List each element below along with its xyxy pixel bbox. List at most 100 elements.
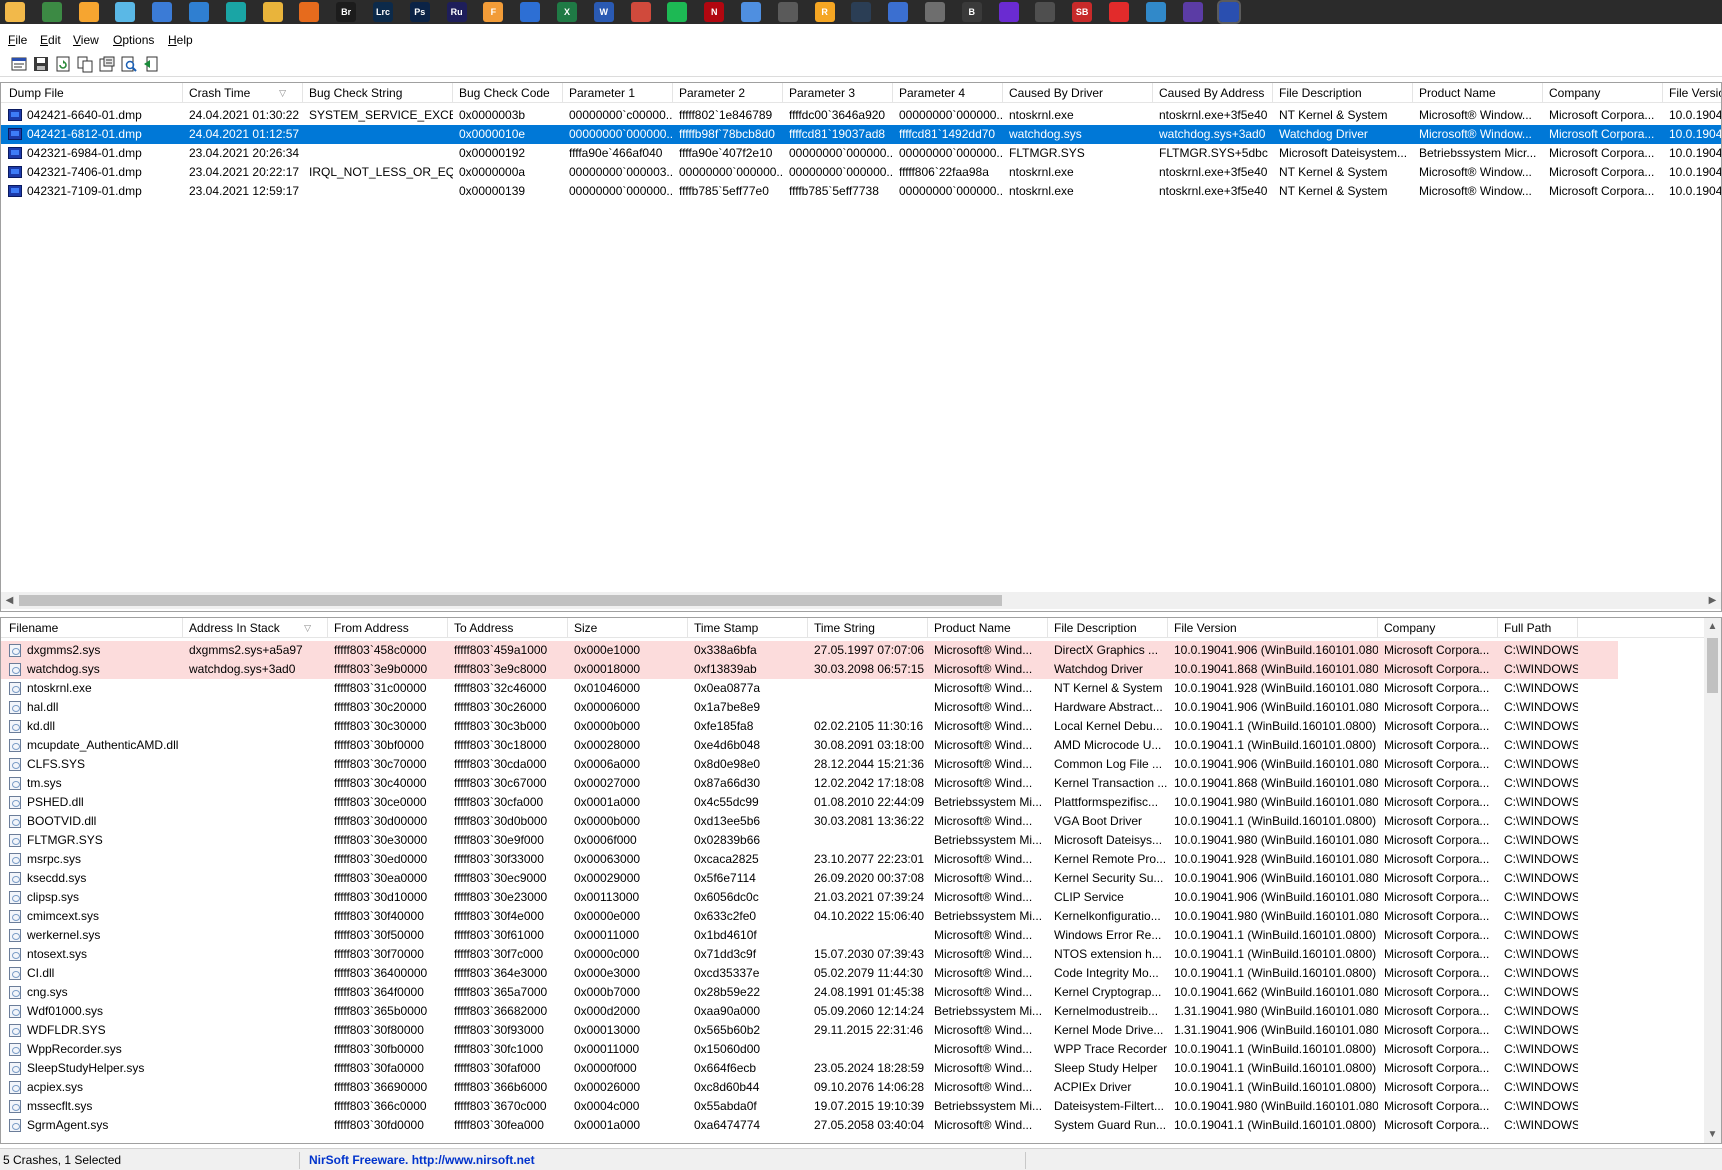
driver-row[interactable]: clipsp.sys fffff803`30d10000 fffff803`30e2… bbox=[1, 888, 1721, 907]
app-landscape-icon[interactable] bbox=[1145, 2, 1166, 22]
chrome-icon[interactable] bbox=[262, 2, 283, 22]
vertical-scrollbar[interactable]: ▲ ▼ bbox=[1704, 618, 1721, 1143]
column-header-bug-check-code[interactable]: Bug Check Code bbox=[453, 83, 563, 103]
app-play-icon[interactable] bbox=[888, 2, 909, 22]
column-header-bug-check-string[interactable]: Bug Check String bbox=[303, 83, 453, 103]
menu-options[interactable]: Options bbox=[113, 33, 154, 47]
spotify-icon[interactable] bbox=[667, 2, 688, 22]
column-header-parameter-1[interactable]: Parameter 1 bbox=[563, 83, 673, 103]
driver-row[interactable]: BOOTVID.dll fffff803`30d00000 fffff803`30d… bbox=[1, 812, 1721, 831]
app-cyan-icon[interactable] bbox=[115, 2, 136, 22]
app-pin-icon[interactable] bbox=[630, 2, 651, 22]
column-header-product-name[interactable]: Product Name bbox=[928, 618, 1048, 638]
rush-icon[interactable]: Ru bbox=[446, 2, 467, 22]
column-header-company[interactable]: Company bbox=[1543, 83, 1663, 103]
driver-row[interactable]: msrpc.sys fffff803`30ed0000 fffff803`30f33… bbox=[1, 850, 1721, 869]
driver-row[interactable]: WppRecorder.sys fffff803`30fb0000 fffff803… bbox=[1, 1040, 1721, 1059]
app-sb-icon[interactable]: SB bbox=[1072, 2, 1093, 22]
app-drop-icon[interactable] bbox=[741, 2, 761, 22]
driver-row[interactable]: CI.dll fffff803`36400000 fffff803`364e3000… bbox=[1, 964, 1721, 983]
column-header-to-address[interactable]: To Address bbox=[448, 618, 568, 638]
crash-row[interactable]: 042321-7109-01.dmp 23.04.2021 12:59:17 0x0… bbox=[1, 182, 1721, 201]
driver-row[interactable]: SgrmAgent.sys fffff803`30fd0000 fffff803`3… bbox=[1, 1116, 1721, 1135]
app-gray-circle-icon[interactable] bbox=[925, 2, 945, 22]
driver-row[interactable]: Wdf01000.sys fffff803`365b0000 fffff803`36… bbox=[1, 1002, 1721, 1021]
scroll-down-icon[interactable]: ▼ bbox=[1704, 1126, 1721, 1143]
driver-row[interactable]: ksecdd.sys fffff803`30ea0000 fffff803`30ec… bbox=[1, 869, 1721, 888]
bridge-icon[interactable]: Br bbox=[336, 2, 357, 22]
column-header-from-address[interactable]: From Address bbox=[328, 618, 448, 638]
app-b-icon[interactable]: B bbox=[961, 2, 982, 22]
column-header-caused-by-driver[interactable]: Caused By Driver bbox=[1003, 83, 1153, 103]
column-header-parameter-2[interactable]: Parameter 2 bbox=[673, 83, 783, 103]
photoshop-icon[interactable]: Ps bbox=[409, 2, 430, 22]
column-header-dump-file[interactable]: Dump File bbox=[3, 83, 183, 103]
column-header-file-description[interactable]: File Description bbox=[1273, 83, 1413, 103]
column-header-filename[interactable]: Filename bbox=[3, 618, 183, 638]
driver-row[interactable]: PSHED.dll fffff803`30ce0000 fffff803`30cfa… bbox=[1, 793, 1721, 812]
app-gear-purple-icon[interactable] bbox=[1182, 2, 1203, 22]
crash-row[interactable]: 042321-6984-01.dmp 23.04.2021 20:26:34 0x0… bbox=[1, 144, 1721, 163]
driver-row[interactable]: WDFLDR.SYS fffff803`30f80000 fffff803`30f9… bbox=[1, 1021, 1721, 1040]
driver-row[interactable]: ntoskrnl.exe fffff803`31c00000 fffff803`32… bbox=[1, 679, 1721, 698]
netflix-icon[interactable]: N bbox=[704, 2, 725, 22]
photos-icon[interactable] bbox=[189, 2, 209, 22]
vertical-scroll-thumb[interactable] bbox=[1707, 638, 1718, 693]
driver-row[interactable]: acpiex.sys fffff803`36690000 fffff803`366b… bbox=[1, 1078, 1721, 1097]
column-header-size[interactable]: Size bbox=[568, 618, 688, 638]
excel-icon[interactable]: X bbox=[557, 2, 577, 22]
app-blue-arrow-icon[interactable] bbox=[520, 2, 541, 22]
driver-row[interactable]: werkernel.sys fffff803`30f50000 fffff803`3… bbox=[1, 926, 1721, 945]
menu-file[interactable]: File bbox=[8, 33, 27, 47]
horizontal-scrollbar[interactable]: ◀ ▶ bbox=[1, 592, 1721, 609]
app-green-icon[interactable] bbox=[41, 2, 62, 22]
word-icon[interactable]: W bbox=[593, 2, 614, 22]
youtube-icon[interactable] bbox=[1109, 2, 1129, 22]
file-explorer-icon[interactable] bbox=[5, 2, 25, 22]
driver-row[interactable]: CLFS.SYS fffff803`30c70000 fffff803`30cda0… bbox=[1, 755, 1721, 774]
weather-icon[interactable] bbox=[78, 2, 99, 22]
properties-button[interactable] bbox=[10, 55, 28, 73]
menu-view[interactable]: View bbox=[73, 33, 99, 47]
column-header-file-description[interactable]: File Description bbox=[1048, 618, 1168, 638]
virtualbox-icon[interactable] bbox=[1035, 2, 1056, 22]
column-header-parameter-3[interactable]: Parameter 3 bbox=[783, 83, 893, 103]
column-header-product-name[interactable]: Product Name bbox=[1413, 83, 1543, 103]
menu-edit[interactable]: Edit bbox=[40, 33, 61, 47]
column-header-crash-time[interactable]: Crash Time ▽ bbox=[183, 83, 303, 103]
column-header-time-string[interactable]: Time String bbox=[808, 618, 928, 638]
column-header-address-in-stack[interactable]: Address In Stack ▽ bbox=[183, 618, 328, 638]
copy-button[interactable] bbox=[76, 55, 94, 73]
driver-row[interactable]: kd.dll fffff803`30c30000 fffff803`30c3b000… bbox=[1, 717, 1721, 736]
scroll-right-icon[interactable]: ▶ bbox=[1704, 592, 1721, 609]
rockstar-icon[interactable]: R bbox=[814, 2, 835, 22]
exit-button[interactable] bbox=[142, 55, 160, 73]
app-orange-icon[interactable]: F bbox=[483, 2, 504, 22]
driver-row[interactable]: FLTMGR.SYS fffff803`30e30000 fffff803`30e9… bbox=[1, 831, 1721, 850]
driver-row[interactable]: ntosext.sys fffff803`30f70000 fffff803`30f… bbox=[1, 945, 1721, 964]
phone-icon[interactable] bbox=[152, 2, 173, 22]
column-header-parameter-4[interactable]: Parameter 4 bbox=[893, 83, 1003, 103]
column-header-file-version[interactable]: File Version bbox=[1168, 618, 1378, 638]
app-purple-circle-icon[interactable] bbox=[998, 2, 1019, 22]
find-button[interactable] bbox=[120, 55, 138, 73]
lightroom-classic-icon[interactable]: Lrc bbox=[373, 2, 393, 22]
crash-row[interactable]: 042421-6640-01.dmp 24.04.2021 01:30:22 SYS… bbox=[1, 106, 1721, 125]
column-header-company[interactable]: Company bbox=[1378, 618, 1498, 638]
crash-row[interactable]: 042421-6812-01.dmp 24.04.2021 01:12:57 0x0… bbox=[1, 125, 1721, 144]
driver-row[interactable]: watchdog.sys watchdog.sys+3ad0 fffff803`3e… bbox=[1, 660, 1721, 679]
edge-icon[interactable] bbox=[225, 2, 246, 22]
steam-icon[interactable] bbox=[851, 2, 872, 22]
driver-row[interactable]: cng.sys fffff803`364f0000 fffff803`365a700… bbox=[1, 983, 1721, 1002]
driver-row[interactable]: mssecflt.sys fffff803`366c0000 fffff803`36… bbox=[1, 1097, 1721, 1116]
column-header-full-path[interactable]: Full Path bbox=[1498, 618, 1578, 638]
menu-help[interactable]: Help bbox=[168, 33, 193, 47]
driver-row[interactable]: cmimcext.sys fffff803`30f40000 fffff803`30… bbox=[1, 907, 1721, 926]
crash-row[interactable]: 042321-7406-01.dmp 23.04.2021 20:22:17 IRQ… bbox=[1, 163, 1721, 182]
refresh-button[interactable] bbox=[54, 55, 72, 73]
options-button[interactable] bbox=[98, 55, 116, 73]
horizontal-scroll-thumb[interactable] bbox=[19, 595, 1002, 606]
nirsoft-link[interactable]: NirSoft Freeware. http://www.nirsoft.net bbox=[306, 1152, 1026, 1169]
column-header-time-stamp[interactable]: Time Stamp bbox=[688, 618, 808, 638]
driver-row[interactable]: mcupdate_AuthenticAMD.dll fffff803`30bf00… bbox=[1, 736, 1721, 755]
